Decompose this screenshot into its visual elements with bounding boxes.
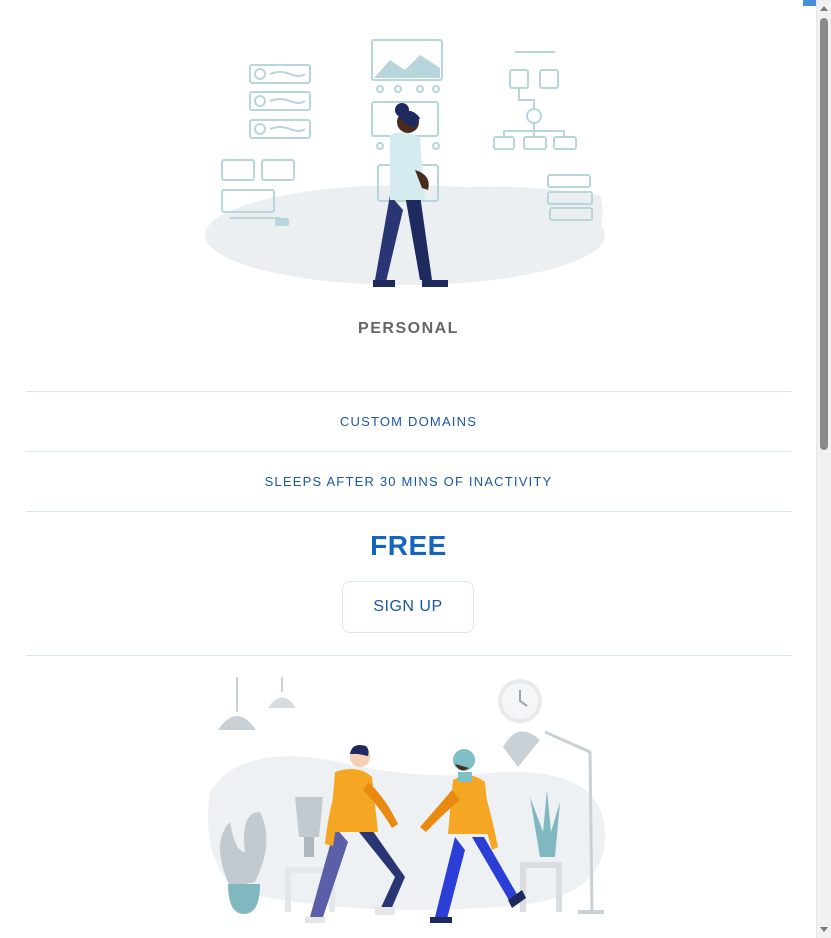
pricing-card: PERSONAL CUSTOM DOMAINS SLEEPS AFTER 30 … bbox=[0, 0, 817, 938]
scroll-up-icon[interactable] bbox=[820, 6, 828, 11]
pricing-window: PERSONAL CUSTOM DOMAINS SLEEPS AFTER 30 … bbox=[0, 0, 831, 938]
two-people-greeting-illustration bbox=[208, 677, 606, 923]
plan-name: PERSONAL bbox=[358, 320, 459, 337]
sign-up-button[interactable]: SIGN UP bbox=[342, 581, 474, 633]
divider bbox=[26, 391, 792, 392]
vertical-scrollbar[interactable] bbox=[816, 0, 831, 938]
scroll-down-icon[interactable] bbox=[820, 927, 828, 932]
feature-custom-domains: CUSTOM DOMAINS bbox=[339, 414, 478, 429]
feature-sleep-policy: SLEEPS AFTER 30 MINS OF INACTIVITY bbox=[264, 474, 553, 489]
scrollbar-thumb[interactable] bbox=[820, 18, 828, 450]
plan-price: FREE bbox=[370, 530, 447, 561]
person-browsing-illustration bbox=[205, 39, 605, 287]
divider bbox=[26, 655, 792, 656]
divider bbox=[26, 511, 792, 512]
divider bbox=[26, 451, 792, 452]
